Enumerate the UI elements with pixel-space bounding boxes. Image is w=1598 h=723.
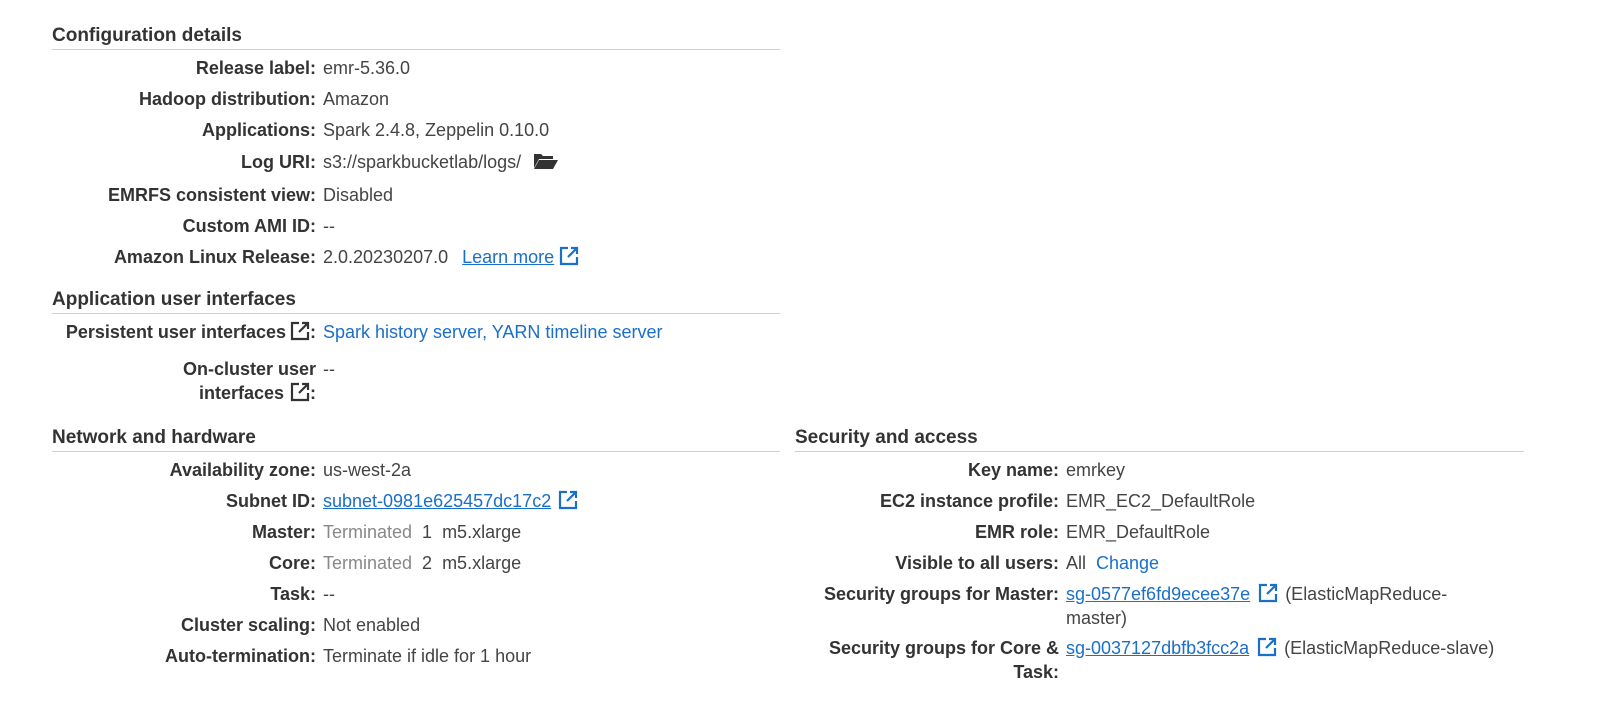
release-label-value: emr-5.36.0	[323, 58, 411, 78]
on-cluster-ui-label-line2: interfaces	[198, 383, 284, 403]
key-name-label: Key name:	[967, 460, 1059, 480]
task-value: --	[323, 584, 335, 604]
sg-core-label-line1: Security groups for Core &	[828, 638, 1059, 658]
ec2-instance-profile-value: EMR_EC2_DefaultRole	[1066, 491, 1256, 511]
network-hardware-section: Network and hardware Availability zone: …	[52, 426, 780, 675]
core-count: 2	[422, 553, 433, 573]
external-link-icon[interactable]	[559, 246, 579, 266]
sg-core-link[interactable]: sg-0037127dbfb3fcc2a	[1066, 638, 1249, 658]
core-value: Terminated 2 m5.xlarge	[323, 551, 780, 575]
on-cluster-ui-label: On-cluster user interfaces:	[52, 357, 323, 405]
master-value: Terminated 1 m5.xlarge	[323, 520, 780, 544]
amazon-linux-value: 2.0.20230207.0	[323, 247, 449, 267]
sg-master-value-wrap: sg-0577ef6fd9ecee37e (ElasticMapReduce- …	[1066, 582, 1524, 630]
emrfs-value: Disabled	[323, 185, 394, 205]
hadoop-distribution-value: Amazon	[323, 89, 390, 109]
external-link-icon	[290, 382, 310, 402]
master-count: 1	[422, 522, 433, 542]
sg-core-label: Security groups for Core & Task:	[795, 636, 1066, 684]
external-link-icon[interactable]	[1258, 583, 1278, 603]
configuration-details-section: Configuration details Release label: emr…	[52, 24, 780, 276]
sg-core-suffix: (ElasticMapReduce-slave)	[1284, 638, 1495, 658]
hadoop-distribution-label: Hadoop distribution:	[139, 89, 316, 109]
sg-core-value-wrap: sg-0037127dbfb3fcc2a (ElasticMapReduce-s…	[1066, 636, 1524, 660]
emr-role-label: EMR role:	[974, 522, 1059, 542]
persistent-ui-value: Spark history server, YARN timeline serv…	[323, 320, 780, 344]
on-cluster-ui-colon: :	[310, 383, 316, 403]
external-link-icon[interactable]	[1257, 637, 1277, 657]
emr-role-value: EMR_DefaultRole	[1066, 522, 1211, 542]
emrfs-label: EMRFS consistent view:	[107, 185, 316, 205]
application-user-interfaces-section: Application user interfaces Persistent u…	[52, 288, 780, 405]
persistent-ui-label-wrap: Persistent user interfaces:	[52, 320, 323, 344]
subnet-id-link[interactable]: subnet-0981e625457dc17c2	[323, 491, 551, 511]
network-hardware-title: Network and hardware	[52, 426, 780, 452]
security-access-title: Security and access	[795, 426, 1524, 452]
sg-core-label-line2: Task:	[1013, 662, 1059, 682]
applications-value: Spark 2.4.8, Zeppelin 0.10.0	[323, 120, 550, 140]
auto-termination-value: Terminate if idle for 1 hour	[323, 646, 532, 666]
cluster-scaling-value: Not enabled	[323, 615, 421, 635]
key-name-value: emrkey	[1066, 460, 1126, 480]
amazon-linux-label: Amazon Linux Release:	[113, 247, 316, 267]
subnet-id-value-wrap: subnet-0981e625457dc17c2	[323, 489, 780, 513]
core-instance-type: m5.xlarge	[442, 553, 522, 573]
change-visibility-link[interactable]: Change	[1096, 553, 1159, 573]
core-label: Core:	[268, 553, 316, 573]
task-label: Task:	[270, 584, 316, 604]
spark-history-server-link[interactable]: Spark history server	[323, 322, 482, 342]
log-uri-value-wrap: s3://sparkbucketlab/logs/	[323, 150, 780, 176]
yarn-timeline-server-link[interactable]: YARN timeline server	[492, 322, 663, 342]
custom-ami-label: Custom AMI ID:	[182, 216, 316, 236]
visible-to-all-value: All	[1066, 553, 1087, 573]
visible-to-all-label: Visible to all users:	[895, 553, 1059, 573]
sg-master-suffix-line1: (ElasticMapReduce-	[1285, 584, 1448, 604]
learn-more-link[interactable]: Learn more	[462, 247, 554, 267]
ec2-instance-profile-label: EC2 instance profile:	[879, 491, 1059, 511]
application-user-interfaces-title: Application user interfaces	[52, 288, 780, 314]
auto-termination-label: Auto-termination:	[165, 646, 316, 666]
persistent-ui-separator: ,	[482, 322, 492, 342]
release-label-label: Release label:	[195, 58, 316, 78]
external-link-icon	[290, 321, 310, 341]
on-cluster-ui-label-line1: On-cluster user	[182, 359, 316, 379]
persistent-ui-label: Persistent user interfaces	[65, 322, 286, 342]
amazon-linux-value-wrap: 2.0.20230207.0 Learn more	[323, 245, 780, 269]
applications-label: Applications:	[201, 120, 316, 140]
security-access-section: Security and access Key name: emrkey EC2…	[795, 426, 1524, 684]
on-cluster-ui-value: --	[323, 359, 335, 379]
master-status: Terminated	[323, 522, 413, 542]
custom-ami-value: --	[323, 216, 335, 236]
folder-open-icon[interactable]	[533, 152, 559, 176]
log-uri-label: Log URI:	[241, 152, 316, 172]
visible-to-all-value-wrap: All Change	[1066, 551, 1524, 575]
sg-master-link[interactable]: sg-0577ef6fd9ecee37e	[1066, 584, 1250, 604]
subnet-id-label: Subnet ID:	[226, 491, 316, 511]
sg-master-suffix-line2: master)	[1066, 608, 1128, 628]
master-instance-type: m5.xlarge	[442, 522, 522, 542]
persistent-ui-colon: :	[310, 322, 316, 342]
availability-zone-value: us-west-2a	[323, 460, 412, 480]
master-label: Master:	[251, 522, 316, 542]
log-uri-value: s3://sparkbucketlab/logs/	[323, 152, 522, 172]
configuration-details-title: Configuration details	[52, 24, 780, 50]
availability-zone-label: Availability zone:	[169, 460, 316, 480]
external-link-icon[interactable]	[558, 490, 578, 510]
core-status: Terminated	[323, 553, 413, 573]
cluster-scaling-label: Cluster scaling:	[180, 615, 316, 635]
sg-master-label: Security groups for Master:	[823, 584, 1059, 604]
